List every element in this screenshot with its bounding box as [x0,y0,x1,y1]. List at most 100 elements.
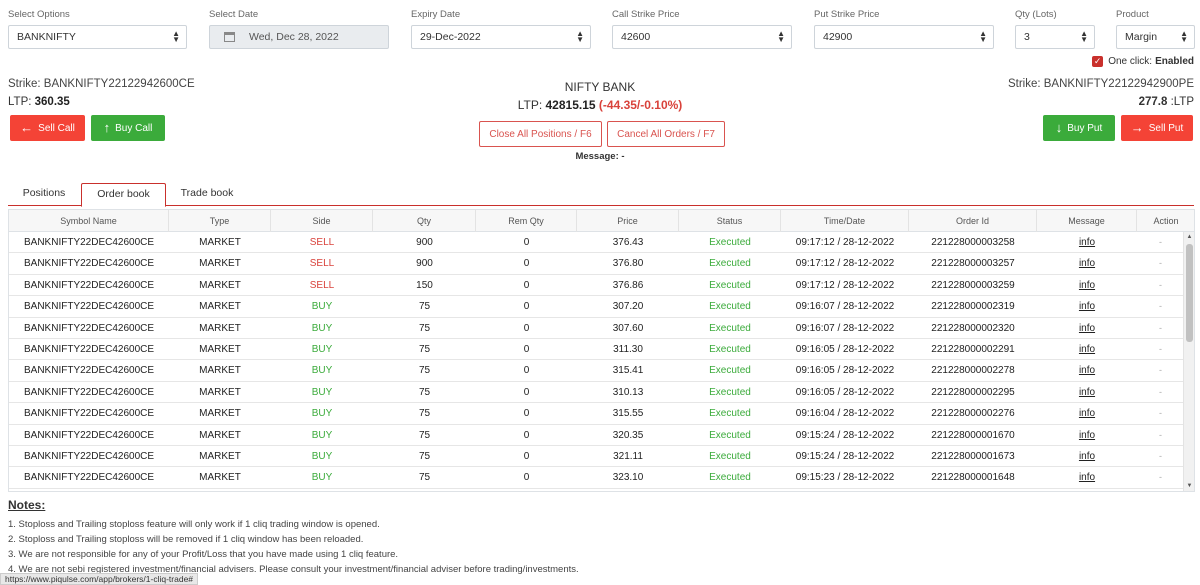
buy-call-button[interactable]: ↑ Buy Call [91,115,165,141]
arrow-left-icon: ← [20,120,34,135]
checkbox-checked-icon[interactable]: ✓ [1092,56,1104,67]
symbol-cell: BANKNIFTY22DEC42600CE [24,301,155,313]
info-link[interactable]: info [1079,365,1095,376]
sort-arrows-icon: ▲ ▼ [172,29,180,44]
tab-positions[interactable]: Positions [14,183,74,206]
time-date-cell: 09:15:24 / 28-12-2022 [795,429,895,441]
qty-cell: 75 [418,322,431,334]
expiry-date-dropdown[interactable]: 29-Dec-2022 ▲ ▼ [411,25,591,49]
rem-qty-cell: 0 [523,429,530,441]
info-link[interactable]: info [1079,472,1095,483]
sell-call-button[interactable]: ← Sell Call [10,115,85,141]
action-button[interactable]: - [1137,253,1184,274]
info-link[interactable]: info [1079,408,1095,419]
type-cell: MARKET [199,450,241,462]
column-header-symbol: Symbol Name [9,210,169,232]
info-link[interactable]: info [1079,323,1095,334]
type-cell: MARKET [199,258,241,270]
action-button[interactable]: - [1137,360,1184,381]
info-link[interactable]: info [1079,301,1095,312]
select-options-field: Select Options BANKNIFTY ▲ ▼ [8,8,187,49]
side-cell: BUY [311,343,333,355]
time-date-cell: 09:15:23 / 28-12-2022 [795,472,895,484]
action-button[interactable]: - [1137,275,1184,296]
select-options-dropdown[interactable]: BANKNIFTY ▲ ▼ [8,25,187,49]
product-label: Product [1116,9,1149,20]
qty-cell: 75 [418,408,431,420]
call-strike-dropdown[interactable]: 42600 ▲ ▼ [612,25,792,49]
column-header-price: Price [577,210,679,232]
note-item: 2. Stoploss and Trailing stoploss will b… [8,534,364,545]
status-cell: Executed [709,429,751,441]
column-header-rem-qty: Rem Qty [476,210,577,232]
expiry-date-label: Expiry Date [411,9,461,20]
tab-trade-book[interactable]: Trade book [171,183,243,206]
tab-order-book[interactable]: Order book [81,183,166,207]
qty-cell: 150 [416,279,433,291]
scrollbar-thumb[interactable] [1186,244,1193,342]
side-cell: SELL [309,258,335,270]
table-row: BANKNIFTY22DEC42600CE MARKET BUY 75 0 321.11 E… [9,446,1184,468]
info-link[interactable]: info [1079,387,1095,398]
price-cell: 315.41 [612,365,644,377]
action-button[interactable]: - [1137,296,1184,317]
symbol-cell: BANKNIFTY22DEC42600CE [24,322,155,334]
info-link[interactable]: info [1079,344,1095,355]
action-button[interactable]: - [1137,467,1184,488]
order-id-cell: 221228000002295 [931,386,1015,398]
action-button[interactable]: - [1137,339,1184,360]
info-link[interactable]: info [1079,258,1095,269]
column-header-action: Action [1137,210,1194,232]
order-id-cell: 221228000001648 [931,472,1015,484]
side-cell: BUY [311,429,333,441]
buy-put-button[interactable]: ↓ Buy Put [1043,115,1115,141]
action-button[interactable]: - [1137,232,1184,253]
qty-lots-field: Qty (Lots) 3 ▲ ▼ [1015,8,1095,49]
status-cell: Executed [709,472,751,484]
arrow-up-icon: ↑ [103,120,111,135]
action-button[interactable]: - [1137,403,1184,424]
put-strike-value: 42900 [823,31,853,43]
close-all-positions-button[interactable]: Close All Positions / F6 [479,121,602,147]
symbol-cell: BANKNIFTY22DEC42600CE [24,472,155,484]
type-cell: MARKET [199,237,241,248]
price-cell: 307.20 [612,301,644,313]
index-ltp: LTP: 42815.15 (-44.35/-0.10%) [0,98,1200,112]
order-id-cell: 221228000003259 [931,279,1015,291]
put-strike-dropdown[interactable]: 42900 ▲ ▼ [814,25,994,49]
cancel-all-orders-button[interactable]: Cancel All Orders / F7 [607,121,725,147]
sort-arrows-icon: ▲ ▼ [1080,29,1088,44]
scroll-down-icon[interactable]: ▼ [1184,481,1194,491]
type-cell: MARKET [199,365,241,377]
product-dropdown[interactable]: Margin ▲ ▼ [1116,25,1195,49]
info-link[interactable]: info [1079,430,1095,441]
qty-cell: 900 [416,258,433,270]
action-button[interactable]: - [1137,446,1184,467]
table-scrollbar[interactable]: ▲ ▼ [1183,232,1194,491]
action-button[interactable]: - [1137,425,1184,446]
sort-arrows-icon: ▲ ▼ [1180,29,1188,44]
one-click-toggle[interactable]: ✓ One click: Enabled [1092,56,1194,67]
table-row: BANKNIFTY22DEC42600CE MARKET BUY 75 0 311.30 E… [9,339,1184,361]
qty-cell: 900 [416,237,433,248]
symbol-cell: BANKNIFTY22DEC42600CE [24,258,155,270]
scroll-up-icon[interactable]: ▲ [1184,232,1194,242]
index-ltp-value: 42815.15 [545,98,596,112]
table-row: BANKNIFTY22DEC42600CE MARKET SELL 900 0 376.8… [9,253,1184,275]
time-date-cell: 09:17:12 / 28-12-2022 [795,258,895,270]
status-cell: Executed [709,279,751,291]
table-row: BANKNIFTY22DEC42600CE MARKET BUY 75 0 307.60 E… [9,318,1184,339]
message-cell: info [1037,425,1137,446]
info-link[interactable]: info [1079,237,1095,248]
action-button[interactable]: - [1137,318,1184,339]
info-link[interactable]: info [1079,280,1095,291]
action-button[interactable]: - [1137,382,1184,403]
call-strike-field: Call Strike Price 42600 ▲ ▼ [612,8,792,49]
order-id-cell: 221228000002320 [931,322,1015,334]
sell-put-button[interactable]: → Sell Put [1121,115,1193,141]
info-link[interactable]: info [1079,451,1095,462]
column-header-qty: Qty [373,210,476,232]
note-item: 3. We are not responsible for any of you… [8,549,399,560]
qty-lots-dropdown[interactable]: 3 ▲ ▼ [1015,25,1095,49]
select-date-input[interactable]: Wed, Dec 28, 2022 [209,25,389,49]
